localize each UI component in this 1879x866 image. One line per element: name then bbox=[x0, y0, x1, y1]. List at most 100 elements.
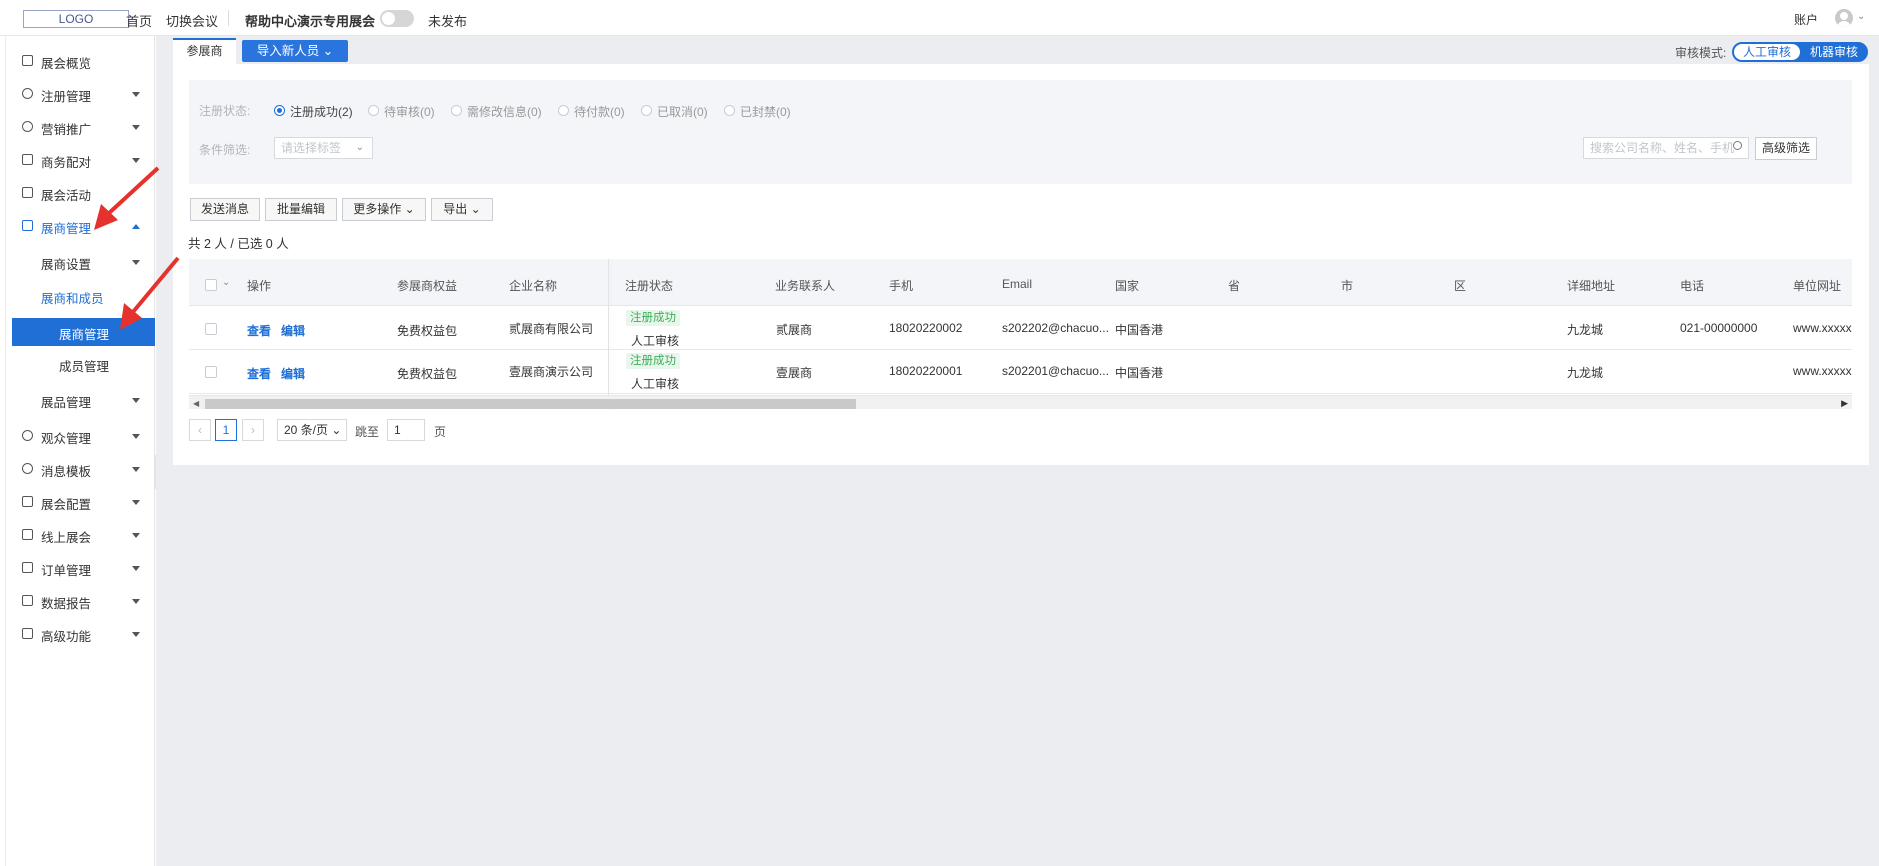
audit-mode-switch[interactable]: 人工审核 机器审核 bbox=[1732, 42, 1868, 62]
view-link[interactable]: 查看 bbox=[247, 365, 271, 382]
page-size-select[interactable]: 20 条/页 ⌄ bbox=[277, 419, 347, 441]
chevron-down-icon[interactable]: ⌄ bbox=[222, 277, 230, 288]
sidebar-item-label: 营销推广 bbox=[41, 123, 92, 137]
col-header-email: Email bbox=[1002, 277, 1033, 291]
radio-label: 待审核(0) bbox=[384, 105, 435, 119]
jump-label: 跳至 bbox=[355, 425, 380, 439]
sidebar-item-overview[interactable]: 展会概览 bbox=[6, 47, 156, 75]
status-badge: 注册成功 bbox=[626, 353, 680, 369]
batch-edit-button[interactable]: 批量编辑 bbox=[265, 198, 337, 221]
export-button[interactable]: 导出 ⌄ bbox=[431, 198, 493, 221]
sidebar-item-exhibitor-list[interactable]: 展商管理 bbox=[12, 318, 155, 346]
radio-cancelled[interactable] bbox=[641, 105, 652, 116]
config-icon bbox=[22, 496, 33, 507]
search-icon[interactable] bbox=[1733, 141, 1742, 150]
cell-contact: 壹展商 bbox=[776, 366, 813, 380]
caret-down-icon bbox=[132, 398, 140, 403]
col-header-city: 市 bbox=[1341, 279, 1354, 293]
event-name: 帮助中心演示专用展会 bbox=[245, 14, 376, 29]
radio-label: 待付款(0) bbox=[574, 105, 625, 119]
scroll-right-icon[interactable]: ▶ bbox=[1841, 398, 1848, 409]
edit-link[interactable]: 编辑 bbox=[281, 365, 305, 382]
row-checkbox[interactable] bbox=[205, 323, 217, 335]
publish-toggle[interactable] bbox=[380, 10, 414, 27]
sidebar-item-label: 展会配置 bbox=[41, 498, 92, 512]
cell-website: www.xxxxx bbox=[1793, 321, 1852, 335]
cell-company: 贰展商有限公司 bbox=[509, 322, 594, 336]
cell-mobile: 18020220001 bbox=[889, 364, 963, 378]
sidebar-item-member-management[interactable]: 成员管理 bbox=[6, 350, 156, 378]
scroll-left-icon[interactable]: ◀ bbox=[193, 399, 199, 408]
audit-machine-option[interactable]: 机器审核 bbox=[1801, 44, 1867, 60]
monitor-icon bbox=[22, 529, 33, 540]
sidebar-item-reports[interactable]: 数据报告 bbox=[6, 587, 156, 615]
sidebar-item-registration[interactable]: 注册管理 bbox=[6, 80, 156, 108]
sidebar-item-advanced[interactable]: 高级功能 bbox=[6, 620, 156, 648]
sidebar-item-label: 展会概览 bbox=[41, 57, 92, 71]
sidebar-item-message-templates[interactable]: 消息模板 bbox=[6, 455, 156, 483]
chevron-down-icon: ⌄ bbox=[355, 142, 364, 153]
col-header-district: 区 bbox=[1454, 279, 1467, 293]
prev-page-button[interactable]: ‹ bbox=[189, 419, 211, 441]
cell-email: s202201@chacuo... bbox=[1002, 364, 1109, 378]
view-link[interactable]: 查看 bbox=[247, 322, 271, 339]
flag-icon bbox=[22, 187, 33, 198]
tag-select[interactable]: 请选择标签 ⌄ bbox=[274, 137, 373, 159]
chevron-down-icon[interactable]: ⌄ bbox=[1857, 11, 1865, 22]
cell-benefit: 免费权益包 bbox=[397, 324, 458, 338]
sidebar-item-orders[interactable]: 订单管理 bbox=[6, 554, 156, 582]
selection-count: 共 2 人 / 已选 0 人 bbox=[188, 237, 289, 251]
caret-down-icon bbox=[132, 599, 140, 604]
col-header-company: 企业名称 bbox=[509, 279, 558, 293]
scrollbar-thumb[interactable] bbox=[205, 399, 856, 409]
col-header-website: 单位网址 bbox=[1793, 279, 1842, 293]
radio-label: 已取消(0) bbox=[657, 105, 708, 119]
sidebar-item-exhibitors-and-members[interactable]: 展商和成员 bbox=[6, 282, 156, 310]
select-all-checkbox[interactable] bbox=[205, 279, 217, 291]
status-badge: 注册成功 bbox=[626, 310, 680, 326]
radio-banned[interactable] bbox=[724, 105, 735, 116]
top-bar: LOGO 首页 切换会议 帮助中心演示专用展会 未发布 账户 ⌄ bbox=[0, 0, 1879, 36]
send-message-button[interactable]: 发送消息 bbox=[190, 198, 260, 221]
col-header-province: 省 bbox=[1228, 279, 1241, 293]
next-page-button[interactable]: › bbox=[242, 419, 264, 441]
radio-awaiting-payment[interactable] bbox=[558, 105, 569, 116]
sidebar-item-audience[interactable]: 观众管理 bbox=[6, 422, 156, 450]
radio-needs-edit[interactable] bbox=[451, 105, 462, 116]
nav-switch-meeting[interactable]: 切换会议 bbox=[166, 11, 218, 30]
filter-panel bbox=[189, 80, 1852, 184]
cell-mobile: 18020220002 bbox=[889, 321, 963, 335]
jump-page-input[interactable]: 1 bbox=[387, 419, 425, 441]
bell-icon bbox=[22, 463, 33, 474]
sidebar-item-config[interactable]: 展会配置 bbox=[6, 488, 156, 516]
overview-icon bbox=[22, 55, 33, 66]
sidebar-item-matchmaking[interactable]: 商务配对 bbox=[6, 146, 156, 174]
sidebar-item-online-expo[interactable]: 线上展会 bbox=[6, 521, 156, 549]
sidebar-item-exhibitor-management[interactable]: 展商管理 bbox=[6, 212, 156, 240]
more-actions-button[interactable]: 更多操作 ⌄ bbox=[342, 198, 426, 221]
order-icon bbox=[22, 562, 33, 573]
account-link[interactable]: 账户 bbox=[1794, 11, 1818, 28]
row-checkbox[interactable] bbox=[205, 366, 217, 378]
status-filter-label: 注册状态: bbox=[199, 104, 251, 118]
sidebar-item-marketing[interactable]: 营销推广 bbox=[6, 113, 156, 141]
edit-link[interactable]: 编辑 bbox=[281, 322, 305, 339]
avatar-icon[interactable] bbox=[1835, 9, 1853, 27]
page-button-current[interactable]: 1 bbox=[215, 419, 237, 441]
advanced-filter-button[interactable]: 高级筛选 bbox=[1755, 137, 1817, 160]
sidebar-item-exhibit-management[interactable]: 展品管理 bbox=[6, 386, 156, 414]
sidebar-item-activities[interactable]: 展会活动 bbox=[6, 179, 156, 207]
radio-pending[interactable] bbox=[368, 105, 379, 116]
caret-down-icon bbox=[132, 632, 140, 637]
tab-exhibitors[interactable]: 参展商 bbox=[173, 38, 236, 64]
audit-manual-option[interactable]: 人工审核 bbox=[1734, 44, 1800, 60]
horizontal-scrollbar[interactable]: ◀ ▶ bbox=[189, 395, 1852, 409]
publish-status: 未发布 bbox=[428, 14, 468, 29]
sidebar-item-exhibitor-settings[interactable]: 展商设置 bbox=[6, 248, 156, 276]
radio-registered[interactable] bbox=[274, 105, 285, 116]
import-new-people-button[interactable]: 导入新人员 ⌄ bbox=[242, 40, 348, 62]
user-icon bbox=[22, 88, 33, 99]
sidebar-item-label: 订单管理 bbox=[41, 564, 92, 578]
nav-home[interactable]: 首页 bbox=[126, 11, 152, 30]
search-input[interactable]: 搜索公司名称、姓名、手机 bbox=[1583, 137, 1749, 159]
